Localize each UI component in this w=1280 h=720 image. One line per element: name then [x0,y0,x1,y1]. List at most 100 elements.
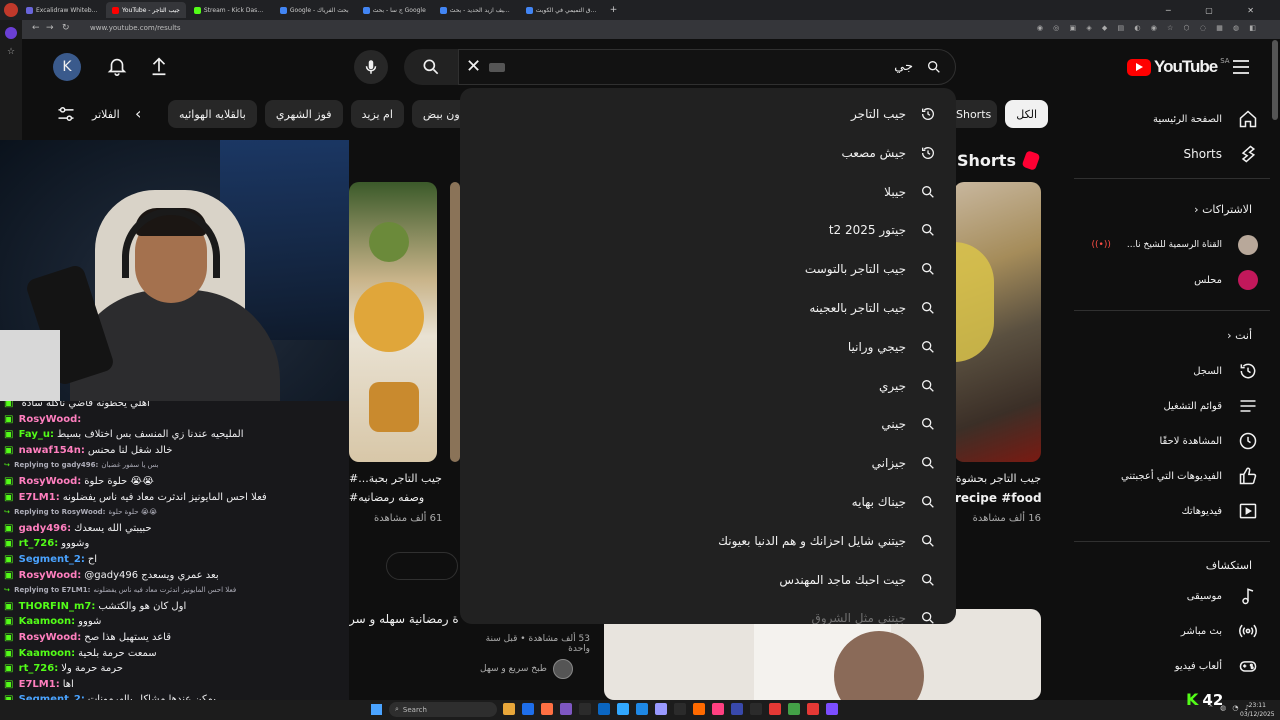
keyboard-icon[interactable] [489,63,505,72]
chat-username[interactable]: RosyWood: [19,414,82,425]
taskbar-app-icon[interactable] [731,703,743,715]
taskbar-app-icon[interactable] [674,703,686,715]
search-suggestion[interactable]: جيتني شايل احزانك و هم الدنيا بعيونك [718,522,936,560]
chat-message[interactable]: ▣ Segment_2: اح [4,552,97,567]
subscriptions-heading[interactable]: الاشتراكات ‹ [1194,203,1252,216]
chat-username[interactable]: RosyWood: [19,570,82,581]
you-heading[interactable]: أنت ‹ [1227,329,1252,342]
chat-reply-context[interactable]: ↪ Replying to E7LM1: فعلا احس المايونيز ا… [4,583,236,598]
short-thumbnail[interactable] [349,182,437,462]
sidebar-item-music[interactable]: موسيقى [1187,580,1258,612]
chat-username[interactable]: E7LM1: [19,492,60,503]
browser-tab[interactable]: Google - بحث الفرياك [274,2,355,18]
browser-tab[interactable]: ج سا - بحث Google [357,2,432,18]
reload-icon[interactable]: ↻ [62,23,70,33]
search-suggestion[interactable]: جيري [879,367,936,405]
browser-menu-icon[interactable] [4,3,18,17]
chat-reply-context[interactable]: ↪ Replying to RosyWood: حلوة حلوة 😭😭 [4,505,157,520]
taskbar-app-icon[interactable] [807,703,819,715]
sidebar-item-history[interactable]: السجل [1193,355,1258,387]
new-tab-icon[interactable]: + [610,5,618,15]
sidebar-item-watch-later[interactable]: المشاهدة لاحقًا [1159,425,1258,457]
sidebar-item-home[interactable]: الصفحة الرئيسية [1153,103,1258,135]
short-title[interactable]: جيب التاجر بحشوة... [955,472,1041,485]
chat-username[interactable]: Kaamoon: [19,648,76,659]
search-suggestion[interactable]: جيتور t2 2025 [829,211,936,249]
sidebar-app-icon[interactable] [5,27,17,39]
chat-message[interactable]: ▣ Fay_u: المليحيه عندنا زي المنسف بس اختل… [4,427,243,442]
taskbar-app-icon[interactable] [503,703,515,715]
back-icon[interactable]: ← [32,23,40,33]
chip-shorts[interactable]: Shorts [950,100,998,128]
clock[interactable]: 23:11 03/12/2025 [1240,701,1275,719]
browser-tab[interactable]: اسواق التميمي في الكويت [520,2,604,18]
video-channel[interactable]: طبخ سريع و سهل [480,659,573,679]
taskbar-app-icon[interactable] [617,703,629,715]
chat-username[interactable]: Segment_2: [19,554,85,565]
voice-search-icon[interactable] [354,50,388,84]
taskbar-app-icon[interactable] [522,703,534,715]
sidebar-item-live[interactable]: بث مباشر [1181,615,1258,647]
short-subtitle[interactable]: recipe #food# [955,491,1041,505]
forward-icon[interactable]: → [46,23,54,33]
taskbar-search[interactable]: ⌕ Search [389,702,497,717]
create-upload-icon[interactable] [148,55,170,81]
chat-username[interactable]: E7LM1: [19,679,60,690]
short-thumbnail[interactable] [954,182,1041,462]
chat-username[interactable]: THORFIN_m7: [19,601,96,612]
chat-message[interactable]: ▣ THORFIN_m7: اول كان هو والكتشب [4,599,186,614]
browser-tab[interactable]: كيف ازيد الحديد - بحث Google [434,2,518,18]
sidebar-item-shorts[interactable]: Shorts [1184,138,1258,170]
chat-message[interactable]: ▣ RosyWood: قاعد يستهبل هذا صح [4,630,171,645]
url-field[interactable]: www.youtube.com/results [90,24,181,32]
chat-message[interactable]: ▣ gady496: حبيبتي الله يسعدك [4,521,152,536]
extension-icons[interactable]: ◉ ◎ ▣ ◈ ◆ ▤ ◐ ◉ ☆ ⬡ ◌ ▦ ◍ ◧ [1037,24,1260,32]
divider-pill[interactable] [386,552,458,580]
browser-tab[interactable]: Stream - Kick Dashboard [188,2,272,18]
chat-reply-context[interactable]: ↪ Replying to gady496: بس يا سفور غضبان [4,458,159,473]
chat-message[interactable]: ▣ Kaamoon: سمعت حرمة بلحية [4,646,157,661]
chat-username[interactable]: rt_726: [19,663,59,674]
short-thumbnail[interactable] [450,182,460,462]
taskbar-app-icon[interactable] [560,703,572,715]
search-button[interactable] [404,49,458,85]
chat-message[interactable]: ▣ Segment_2: يمكن عندها مشاكل بالهرمونات [4,692,216,700]
sidebar-item-gaming[interactable]: ألعاب فيديو [1175,650,1258,682]
chat-username[interactable]: gady496: [19,523,71,534]
chat-message[interactable]: ▣ nawaf154n: خالد شغل لنا محنس [4,443,172,458]
bookmark-star-icon[interactable]: ☆ [5,47,17,57]
search-suggestion[interactable]: جيتني مثل الشروق [812,599,936,624]
short-title[interactable]: جيب التاجر بحبة...# [349,472,457,485]
chat-message[interactable]: ▣ RosyWood: حلوة حلوة 😭😭 [4,474,154,489]
start-icon[interactable] [371,704,382,715]
taskbar-app-icon[interactable] [750,703,762,715]
search-input[interactable]: ✕ جي [458,49,956,85]
chat-message[interactable]: ▣ RosyWood: [4,412,84,427]
window-controls[interactable]: ─ ▢ ✕ [1166,6,1270,15]
account-avatar[interactable]: K [53,53,81,81]
chat-message[interactable]: ▣ Kaamoon: شووو [4,614,101,629]
chat-username[interactable]: RosyWood: [19,476,82,487]
chip-fouz[interactable]: فوز الشهري [264,100,343,128]
chat-username[interactable]: Replying to RosyWood: [14,508,105,516]
chat-message[interactable]: ▣ اهلي يحطونه فاضي ناكله سادة [4,401,150,411]
search-suggestion[interactable]: جيت احبك ماجد المهندس [779,561,936,599]
search-suggestion[interactable]: جيش مصعب [841,134,936,172]
chat-message[interactable]: ▣ rt_726: حرمة حرمة ولا [4,661,123,676]
sidebar-item-your-videos[interactable]: فيديوهاتك [1181,495,1258,527]
chip-umm-yazid[interactable]: ام يزيد [350,100,404,128]
taskbar-app-icon[interactable] [579,703,591,715]
chat-username[interactable]: Fay_u: [19,429,54,440]
sidebar-item-liked[interactable]: الفيديوهات التي أعجبتني [1121,460,1258,492]
search-suggestion[interactable]: جيناك بهايه [852,483,936,521]
chat-username[interactable]: Replying to E7LM1: [14,586,90,594]
taskbar-app-icon[interactable] [769,703,781,715]
youtube-logo[interactable]: YouTube SA [1127,57,1230,77]
taskbar-app-icon[interactable] [788,703,800,715]
taskbar-app-icon[interactable] [541,703,553,715]
chip-all[interactable]: الكل [1005,100,1049,128]
notifications-bell-icon[interactable] [106,55,128,81]
browser-tab[interactable]: Excalidraw Whiteboard [20,2,104,18]
filters-button[interactable]: الفلاتر [56,104,120,124]
taskbar-app-icon[interactable] [712,703,724,715]
